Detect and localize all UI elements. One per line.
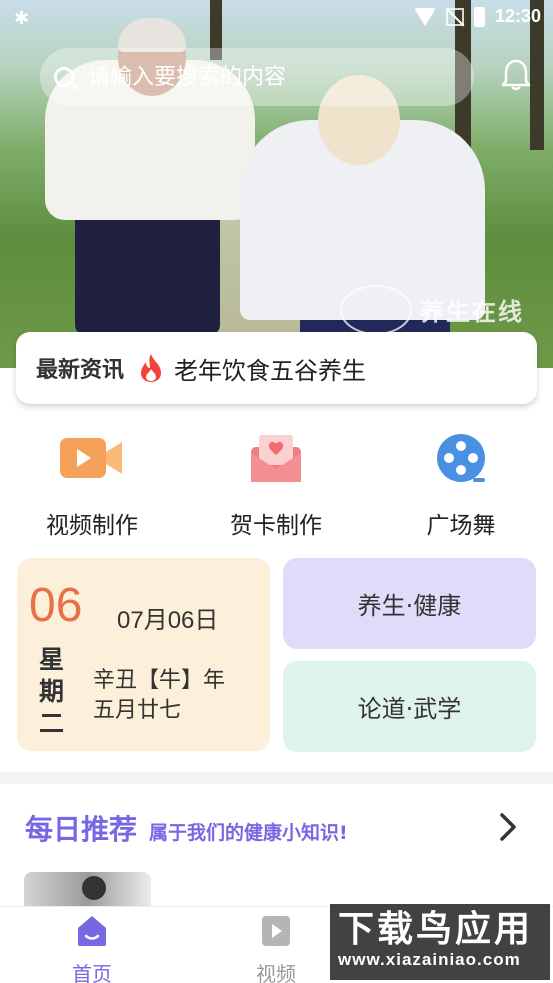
fire-icon	[141, 354, 162, 382]
lunar-year: 辛丑【牛】年	[93, 668, 226, 693]
section-divider	[0, 772, 553, 784]
lunar-day: 五月廿七	[93, 698, 182, 723]
quick-action-label: 贺卡制作	[230, 513, 322, 539]
video-camera-icon	[60, 438, 122, 478]
news-headline: 老年饮食五谷养生	[174, 356, 367, 385]
search-input[interactable]	[88, 64, 448, 90]
calendar-day: 06	[29, 579, 83, 632]
quick-action-dance[interactable]: 广场舞	[371, 430, 551, 540]
calendar-weekday: 星期二	[39, 645, 65, 738]
news-ticker[interactable]: 最新资讯 老年饮食五谷养生	[16, 332, 537, 404]
tab-label: 首页	[72, 962, 112, 983]
quick-action-video[interactable]: 视频制作	[2, 430, 182, 540]
status-bar: ✱ 12:30	[0, 0, 553, 38]
category-martial-button[interactable]: 论道·武学	[283, 661, 536, 752]
bell-icon[interactable]	[500, 58, 532, 92]
quick-action-card[interactable]: 贺卡制作	[186, 430, 366, 540]
tab-label: 视频	[256, 962, 296, 983]
news-label: 最新资讯	[36, 358, 125, 383]
lotus-logo-icon	[340, 285, 412, 335]
watermark-url: www.xiazainiao.com	[338, 950, 521, 969]
tab-video[interactable]: 视频	[226, 915, 326, 983]
search-icon	[54, 67, 74, 87]
article-thumbnail[interactable]	[24, 872, 151, 906]
search-bar[interactable]	[40, 48, 474, 106]
film-reel-icon	[437, 434, 485, 482]
no-signal-icon	[445, 7, 464, 26]
home-icon	[78, 916, 106, 946]
status-time: 12:30	[494, 6, 541, 26]
quick-action-label: 视频制作	[46, 513, 138, 539]
tab-home[interactable]: 首页	[42, 915, 142, 983]
man-figure	[75, 205, 220, 335]
chevron-right-icon[interactable]	[498, 812, 518, 842]
site-watermark: 下载鸟应用 www.xiazainiao.com	[330, 904, 550, 980]
watermark-title: 下载鸟应用	[338, 909, 534, 950]
android-debug-icon: ✱	[14, 8, 30, 29]
daily-recommend-header: 每日推荐 属于我们的健康小知识!	[25, 808, 348, 848]
battery-icon	[473, 6, 485, 27]
calendar-card[interactable]: 06 07月06日 星期二 辛丑【牛】年 五月廿七	[17, 558, 270, 751]
thumbnail-person	[82, 876, 106, 900]
quick-action-label: 广场舞	[426, 513, 496, 539]
category-health-button[interactable]: 养生·健康	[283, 558, 536, 649]
video-icon	[262, 916, 290, 946]
calendar-date: 07月06日	[117, 607, 219, 634]
envelope-heart-icon	[251, 435, 301, 482]
daily-title: 每日推荐	[25, 813, 138, 846]
wifi-icon	[413, 7, 436, 26]
banner-watermark: 养生在线	[420, 298, 524, 326]
daily-subtitle: 属于我们的健康小知识!	[149, 822, 348, 844]
